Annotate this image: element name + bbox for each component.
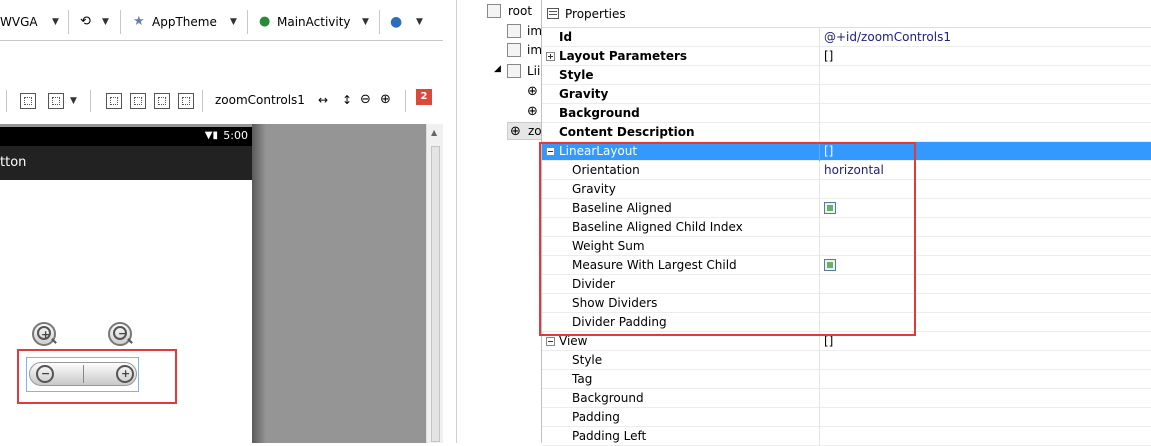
orientation-icon[interactable]: ⟲: [80, 8, 91, 36]
weights-icon[interactable]: [178, 93, 194, 109]
star-icon: ★: [133, 14, 145, 29]
expand-icon[interactable]: [546, 52, 555, 61]
layout-icon: [487, 4, 501, 18]
outline-root[interactable]: root: [508, 4, 532, 18]
property-row[interactable]: Tag: [542, 370, 1151, 389]
scroll-up-icon[interactable]: ▲: [431, 128, 437, 137]
device-status-bar: ▼▮ 5:00: [0, 127, 252, 146]
collapse-icon[interactable]: [546, 337, 555, 346]
gravity-icon[interactable]: [154, 93, 170, 109]
fit-icon[interactable]: [48, 93, 64, 109]
activity-icon: ●: [259, 14, 271, 29]
chevron-down-icon[interactable]: ▼: [70, 96, 77, 106]
status-time: 5:00: [223, 129, 248, 142]
properties-header: Properties: [542, 0, 1151, 28]
outline-item[interactable]: im: [527, 43, 542, 57]
layout-actions-toolbar: ▼ zoomControls1 ↔ ↕ ⊖ ⊕: [0, 88, 443, 114]
image-icon: [507, 24, 521, 38]
device-action-bar: tton: [0, 146, 252, 180]
chevron-down-icon[interactable]: ▼: [102, 17, 109, 27]
warnings-badge[interactable]: 2: [416, 89, 432, 105]
config-toolbar: WVGA ▼ ⟲ ▼ ★ AppTheme ▼ ● MainActivity ▼…: [0, 8, 443, 36]
outline-item[interactable]: Lii: [527, 64, 540, 78]
outline-panel: root im im ◢ Lii ⊕ ⊕ ⊕ zo: [443, 0, 543, 443]
zoom-in-button-preview[interactable]: +: [32, 322, 56, 346]
globe-icon[interactable]: ●: [390, 8, 402, 36]
zoom-in-icon[interactable]: ⊕: [380, 92, 391, 107]
width-toggle-icon[interactable]: ↔: [318, 93, 328, 107]
property-row[interactable]: Content Description: [542, 123, 1151, 142]
property-row[interactable]: Background: [542, 389, 1151, 408]
highlight-box-widget: [17, 349, 177, 404]
highlight-box-linearlayout: [539, 142, 916, 336]
chevron-down-icon[interactable]: ▼: [416, 17, 423, 27]
theme-dropdown[interactable]: AppTheme: [152, 8, 217, 36]
height-toggle-icon[interactable]: ↕: [342, 93, 352, 107]
chevron-down-icon[interactable]: ▼: [230, 17, 237, 27]
collapse-icon[interactable]: ◢: [494, 64, 501, 74]
canvas-scrollbar[interactable]: ▲: [426, 124, 443, 443]
margins-icon[interactable]: [130, 93, 146, 109]
chevron-down-icon[interactable]: ▼: [362, 17, 369, 27]
layout-editor: WVGA ▼ ⟲ ▼ ★ AppTheme ▼ ● MainActivity ▼…: [0, 0, 443, 443]
property-row[interactable]: Padding Left: [542, 427, 1151, 446]
property-row[interactable]: Background: [542, 104, 1151, 123]
zoom-icon: ⊕: [527, 84, 538, 99]
zoom-controls-icon: ⊕: [510, 124, 521, 139]
property-row[interactable]: Padding: [542, 408, 1151, 427]
scrollbar-thumb[interactable]: [431, 146, 440, 442]
zoom-out-button-preview[interactable]: −: [108, 322, 132, 346]
property-row[interactable]: Id @+id/zoomControls1: [542, 28, 1151, 47]
image-icon: [507, 43, 521, 57]
outline-item[interactable]: im: [527, 24, 542, 38]
grid-icon[interactable]: [20, 93, 36, 109]
outline-selected-row[interactable]: ⊕ zo: [507, 122, 543, 140]
distribute-icon[interactable]: [106, 93, 122, 109]
property-row[interactable]: Gravity: [542, 85, 1151, 104]
activity-dropdown[interactable]: MainActivity: [277, 8, 351, 36]
action-bar-title: tton: [0, 155, 27, 170]
property-row[interactable]: Style: [542, 66, 1151, 85]
properties-title: Properties: [565, 7, 626, 21]
device-dropdown[interactable]: WVGA: [0, 8, 38, 36]
signal-battery-icon: ▼▮: [204, 130, 218, 141]
chevron-down-icon[interactable]: ▼: [52, 17, 59, 27]
zoom-icon: ⊕: [527, 104, 538, 119]
zoom-out-icon[interactable]: ⊖: [360, 92, 371, 107]
property-row[interactable]: Style: [542, 351, 1151, 370]
selected-widget-label: zoomControls1: [215, 93, 305, 107]
property-row[interactable]: Layout Parameters[]: [542, 47, 1151, 66]
properties-icon: [547, 8, 559, 19]
linear-layout-icon: [507, 64, 521, 78]
